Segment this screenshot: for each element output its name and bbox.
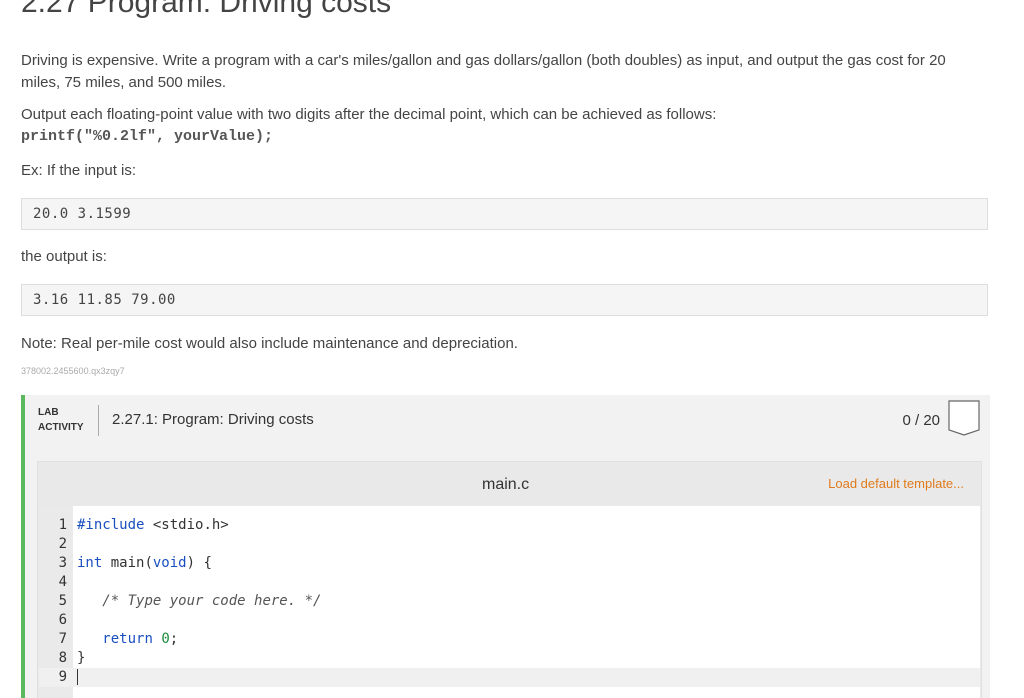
example-output-label: the output is:: [21, 248, 107, 265]
example-input-box: 20.0 3.1599: [21, 198, 988, 230]
editor-tab-bar: main.c Load default template...: [38, 462, 981, 506]
line-number: 5: [58, 593, 67, 609]
code-token: ;: [169, 631, 179, 647]
lab-tag-line2: ACTIVITY: [38, 422, 84, 433]
note-text: Note: Real per-mile cost would also incl…: [21, 335, 518, 352]
format-instructions: Output each floating-point value with tw…: [21, 106, 717, 123]
code-text: int main(void) {: [77, 554, 212, 573]
line-number: 8: [58, 650, 67, 666]
code-token: #include: [77, 517, 145, 533]
lab-header-divider: [98, 405, 99, 436]
example-output-box: 3.16 11.85 79.00: [21, 284, 988, 316]
code-text: #include <stdio.h>: [77, 516, 229, 535]
code-token: 0: [161, 631, 170, 647]
page-title: 2.27 Program: Driving costs: [21, 0, 392, 19]
code-line[interactable]: 5 /* Type your code here. */: [39, 592, 980, 611]
completion-badge-icon: [948, 400, 980, 436]
line-number: 3: [58, 555, 67, 571]
code-line[interactable]: 9: [39, 668, 980, 687]
line-number: 2: [58, 536, 67, 552]
line-number: 7: [58, 631, 67, 647]
file-tab-main-c[interactable]: main.c: [482, 476, 529, 494]
code-line[interactable]: 8}: [39, 649, 980, 668]
lab-activity: LAB ACTIVITY 2.27.1: Program: Driving co…: [21, 395, 990, 698]
lab-activity-tag: LAB ACTIVITY: [38, 405, 84, 435]
code-text: /* Type your code here. */: [77, 592, 321, 611]
code-token: return: [102, 631, 153, 647]
code-line[interactable]: 1 #include <stdio.h>: [39, 516, 980, 535]
code-token: ) {: [186, 555, 212, 571]
problem-description: Driving is expensive. Write a program wi…: [21, 52, 946, 91]
code-line[interactable]: 2: [39, 535, 980, 554]
code-token: main(: [102, 555, 153, 571]
code-line[interactable]: 4: [39, 573, 980, 592]
code-token: /* Type your code here. */: [102, 593, 322, 609]
line-number: 4: [58, 574, 67, 590]
code-token: <stdio.h>: [144, 517, 229, 533]
code-token: int: [77, 555, 103, 571]
code-text: [77, 668, 78, 687]
code-line[interactable]: 7 return 0;: [39, 630, 980, 649]
code-line[interactable]: 6: [39, 611, 980, 630]
code-token: void: [152, 555, 187, 571]
lab-score: 0 / 20: [902, 412, 940, 429]
code-token: }: [77, 650, 86, 666]
line-number: 6: [58, 612, 67, 628]
content-id: 378002.2455600.qx3zqy7: [21, 366, 125, 376]
code-text: }: [77, 649, 85, 668]
load-default-template-link[interactable]: Load default template...: [828, 476, 964, 491]
code-editor: main.c Load default template... 1 #includ…: [37, 461, 982, 698]
text-cursor: [77, 669, 78, 685]
line-number: 1: [58, 517, 67, 533]
lab-title: 2.27.1: Program: Driving costs: [112, 411, 314, 428]
example-input-label: Ex: If the input is:: [21, 162, 137, 179]
code-line[interactable]: 3 int main(void) {: [39, 554, 980, 573]
line-number: 9: [58, 669, 67, 685]
lab-tag-line1: LAB: [38, 407, 59, 418]
lab-header: LAB ACTIVITY 2.27.1: Program: Driving co…: [25, 395, 990, 445]
code-text: return 0;: [77, 630, 178, 649]
code-input-area[interactable]: 1 #include <stdio.h> 2 3 int main(void) { 4 5 …: [39, 506, 980, 698]
format-code-snippet: printf("%0.2lf", yourValue);: [21, 128, 274, 145]
